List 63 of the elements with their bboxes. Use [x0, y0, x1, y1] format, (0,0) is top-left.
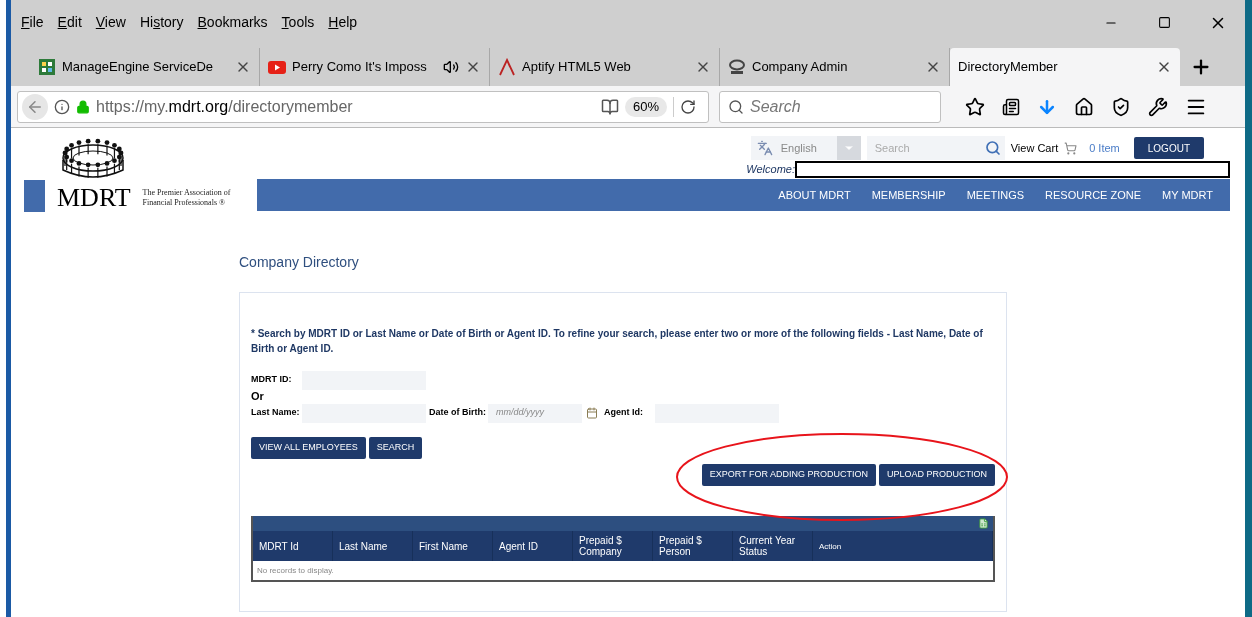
nav-link[interactable]: MEMBERSHIP	[871, 186, 946, 204]
home-icon[interactable]	[1074, 96, 1094, 117]
calendar-icon[interactable]	[586, 407, 598, 419]
field-label: Agent Id:	[604, 406, 644, 420]
slash-mark-icon	[498, 58, 516, 76]
tab-title: Company Admin	[752, 58, 849, 77]
shield-icon[interactable]	[1111, 96, 1131, 117]
language-icon	[756, 140, 773, 156]
lock-icon	[76, 99, 90, 114]
export-button[interactable]: EXPORT FOR ADDING PRODUCTION	[701, 464, 876, 486]
field-label: Date of Birth:	[429, 406, 487, 420]
welcome-label: Welcome:	[746, 162, 795, 178]
tab-title: Perry Como It's Imposs	[292, 58, 428, 77]
zoom-level[interactable]: 60%	[624, 96, 667, 117]
menu-item[interactable]: History	[139, 12, 184, 33]
maximize-icon[interactable]	[1158, 16, 1171, 29]
cart-count[interactable]: 0 Item	[1089, 139, 1120, 157]
view-cart-link[interactable]: View Cart	[1010, 139, 1059, 157]
page-title: Company Directory	[239, 253, 360, 272]
tab-title: DirectoryMember	[958, 58, 1059, 77]
or-label: Or	[251, 390, 265, 403]
search-icon	[728, 98, 744, 115]
search-note: * Search by MDRT ID or Last Name or Date of Birth or Agent ID. To refine your search, please enter two or more of the following fields - Last Name, Date of Birth or Agent ID.	[251, 327, 984, 356]
menu-item[interactable]: File	[21, 12, 44, 33]
nav-link[interactable]: MY MDRT	[1162, 186, 1213, 204]
reload-icon[interactable]	[680, 98, 696, 115]
form-button[interactable]: VIEW ALL EMPLOYEES	[251, 437, 366, 459]
field-label: Last Name:	[251, 406, 301, 420]
search-placeholder: Search	[750, 96, 801, 117]
tab-title: ManageEngine ServiceDe	[62, 58, 215, 77]
logout-button[interactable]: LOGOUT	[1133, 137, 1204, 159]
logo-text: MDRT	[57, 184, 131, 212]
export-button[interactable]: UPLOAD PRODUCTION	[879, 464, 995, 486]
field-label: MDRT ID:	[251, 373, 293, 387]
speaker-icon[interactable]	[443, 59, 459, 75]
reader-view-icon[interactable]	[600, 97, 619, 116]
tab-title: Aptify HTML5 Web	[522, 58, 632, 77]
menu-item[interactable]: Tools	[281, 12, 315, 33]
info-icon[interactable]	[54, 98, 70, 115]
url-text: https://my.mdrt.org/directorymember	[96, 96, 353, 117]
form-button[interactable]: SEARCH	[368, 437, 423, 459]
cart-icon	[1064, 141, 1078, 155]
export-excel-icon[interactable]	[978, 518, 989, 529]
play-icon	[268, 60, 286, 74]
nav-link[interactable]: RESOURCE ZONE	[1045, 186, 1142, 204]
bookmark-star-icon[interactable]	[965, 96, 985, 117]
grid-icon	[38, 58, 56, 76]
menu-item[interactable]: Help	[328, 12, 358, 33]
logo-block	[24, 180, 45, 212]
nav-link[interactable]: MEETINGS	[966, 186, 1025, 204]
round-logo-icon	[728, 59, 746, 75]
url-field[interactable]: https://my.mdrt.org/directorymember 60%	[17, 90, 709, 123]
tagline: The Premier Association of Financial Professionals ®	[142, 188, 231, 209]
menu-item[interactable]: Edit	[57, 12, 82, 33]
library-icon[interactable]	[1002, 97, 1020, 116]
nav-link[interactable]: ABOUT MDRT	[778, 186, 851, 204]
menu-item[interactable]: Bookmarks	[197, 12, 268, 33]
search-icon[interactable]	[984, 140, 1001, 156]
browser-tab[interactable]: DirectoryMember	[950, 48, 1180, 86]
tools-icon[interactable]	[1148, 96, 1168, 117]
search-field[interactable]: Search	[719, 90, 941, 123]
menu-item[interactable]: View	[95, 12, 126, 33]
back-button[interactable]	[22, 93, 48, 120]
